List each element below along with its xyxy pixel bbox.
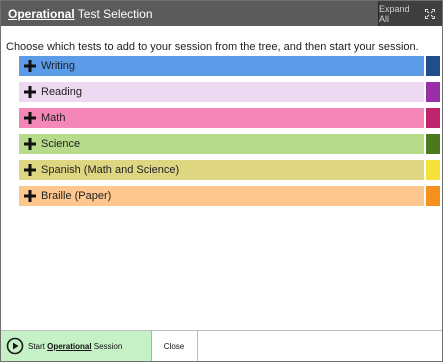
tree-row-label: Science [41,138,81,150]
tree-row-math[interactable]: Math [19,108,441,128]
dialog-footer: Start Operational Session Close [1,330,442,361]
expand-plus-icon[interactable] [19,56,41,76]
expand-plus-icon[interactable] [19,186,41,206]
tree-row-label: Reading [41,86,82,98]
start-session-label: Start Operational Session [28,342,122,351]
tree-row-label: Braille (Paper) [41,190,112,202]
row-accent [426,82,440,102]
expand-plus-icon[interactable] [19,134,41,154]
start-label-prefix: Start [28,341,48,351]
expand-plus-icon[interactable] [19,160,41,180]
start-session-button[interactable]: Start Operational Session [1,331,152,361]
tree-row-spanish[interactable]: Spanish (Math and Science) [19,160,441,180]
tree-row-label: Writing [41,60,76,72]
tree-row-label: Spanish (Math and Science) [41,164,180,176]
dialog-title: Operational Test Selection [1,7,153,21]
row-bar [19,108,424,128]
instructions-text: Choose which tests to add to your sessio… [6,41,419,53]
tree-row-label: Math [41,112,66,124]
tree-row-science[interactable]: Science [19,134,441,154]
dialog-header: Operational Test Selection Expand All [1,1,442,26]
dialog-title-emphasis: Operational [8,6,75,21]
dialog-title-rest: Test Selection [74,6,153,21]
play-circle-icon [6,337,24,355]
row-accent [426,134,440,154]
tree-row-reading[interactable]: Reading [19,82,441,102]
expand-plus-icon[interactable] [19,82,41,102]
row-accent [426,160,440,180]
expand-icon [425,8,436,19]
close-button[interactable]: Close [151,331,198,361]
expand-plus-icon[interactable] [19,108,41,128]
tree-row-braille[interactable]: Braille (Paper) [19,186,441,206]
row-accent [426,108,440,128]
expand-all-button[interactable]: Expand All [378,1,442,26]
tree-row-writing[interactable]: Writing [19,56,441,76]
start-label-suffix: Session [91,341,123,351]
row-bar [19,56,424,76]
start-label-emphasis: Operational [47,341,92,351]
test-tree: Writing Reading Math Science Spanish (Ma… [19,56,441,212]
expand-all-label: Expand All [379,3,410,24]
row-accent [426,56,440,76]
test-selection-dialog: Operational Test Selection Expand All Ch… [0,0,443,362]
row-accent [426,186,440,206]
